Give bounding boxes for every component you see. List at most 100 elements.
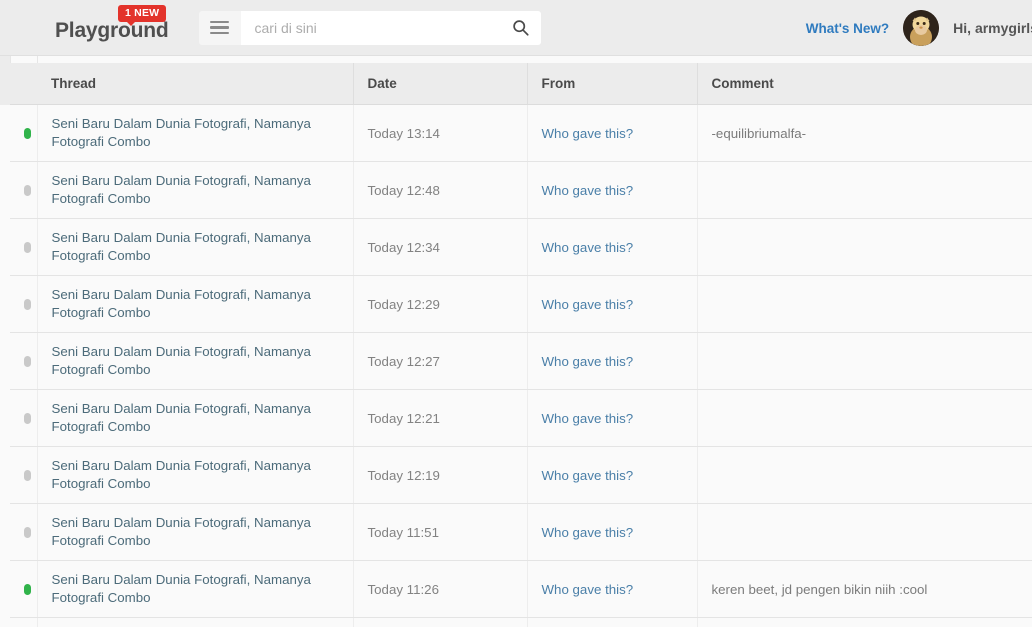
cut-off-row-body bbox=[10, 56, 1032, 63]
comment-cell: dra_cboymeanl nice gan bbox=[697, 617, 1032, 627]
from-cell: Who gave this? bbox=[527, 275, 698, 333]
avatar[interactable] bbox=[903, 10, 940, 46]
top-navbar: Playground 1 NEW What's New? bbox=[0, 0, 1032, 56]
comment-text: keren beet, jd pengen bikin niih :cool bbox=[711, 581, 928, 597]
from-cell: Who gave this? bbox=[527, 617, 698, 627]
search-input[interactable] bbox=[240, 10, 541, 45]
thread-cell: Seni Baru Dalam Dunia Fotografi, Namanya… bbox=[37, 389, 354, 447]
thread-link[interactable]: Seni Baru Dalam Dunia Fotografi, Namanya… bbox=[52, 286, 339, 322]
left-gutter-cell bbox=[0, 389, 10, 447]
thread-cell: Seni Baru Dalam Dunia Fotografi, Namanya… bbox=[37, 560, 354, 618]
thread-link[interactable]: Seni Baru Dalam Dunia Fotografi, Namanya… bbox=[52, 172, 339, 208]
status-cell bbox=[10, 503, 38, 561]
thread-link[interactable]: Seni Baru Dalam Dunia Fotografi, Namanya… bbox=[52, 343, 339, 379]
hamburger-icon[interactable] bbox=[198, 10, 241, 45]
thread-cell: Seni Baru Dalam Dunia Fotografi, Namanya… bbox=[37, 332, 354, 390]
date-cell: Today 12:29 bbox=[353, 275, 528, 333]
column-header-date[interactable]: Date bbox=[353, 63, 528, 105]
thread-cell: Seni Baru Dalam Dunia Fotografi, Namanya… bbox=[37, 161, 354, 219]
status-dot-read-icon bbox=[24, 356, 31, 368]
status-cell bbox=[10, 560, 38, 618]
thread-cell: Seni Baru Dalam Dunia Fotografi, Namanya… bbox=[37, 503, 354, 561]
column-header-comment[interactable]: Comment bbox=[697, 63, 1032, 105]
from-link[interactable]: Who gave this? bbox=[542, 240, 634, 255]
new-count-badge[interactable]: 1 NEW bbox=[118, 4, 167, 26]
from-cell: Who gave this? bbox=[527, 104, 698, 162]
status-dot-read-icon bbox=[24, 185, 31, 197]
from-link[interactable]: Who gave this? bbox=[542, 468, 634, 483]
status-cell bbox=[10, 617, 38, 627]
table-row[interactable]: Seni Baru Dalam Dunia Fotografi, Namanya… bbox=[0, 161, 1032, 219]
date-text: Today 11:26 bbox=[367, 581, 439, 597]
status-cell bbox=[10, 275, 38, 333]
date-cell: Today 11:26 bbox=[353, 560, 528, 618]
left-gutter-cell bbox=[0, 617, 10, 627]
status-dot-read-icon bbox=[24, 413, 31, 425]
from-cell: Who gave this? bbox=[527, 161, 698, 219]
thread-cell: Seni Baru Dalam Dunia Fotografi, Namanya… bbox=[37, 617, 354, 627]
left-gutter-cell bbox=[0, 275, 10, 333]
threads-table-wrap: Thread Date From Comment Seni Baru Dalam… bbox=[0, 63, 1032, 627]
date-cell: Today 12:27 bbox=[353, 332, 528, 390]
thread-cell: Seni Baru Dalam Dunia Fotografi, Namanya… bbox=[37, 104, 354, 162]
table-row[interactable]: Seni Baru Dalam Dunia Fotografi, Namanya… bbox=[0, 332, 1032, 390]
comment-cell bbox=[697, 275, 1032, 333]
column-header-from[interactable]: From bbox=[527, 63, 698, 105]
from-cell: Who gave this? bbox=[527, 446, 698, 504]
navbar-right: What's New? Hi, armygirls bbox=[806, 0, 1032, 56]
left-gutter-cell bbox=[0, 446, 10, 504]
date-cell: Today 12:48 bbox=[353, 161, 528, 219]
status-cell bbox=[10, 218, 38, 276]
from-link[interactable]: Who gave this? bbox=[542, 582, 634, 597]
table-row[interactable]: Seni Baru Dalam Dunia Fotografi, Namanya… bbox=[0, 218, 1032, 276]
date-cell: Today 12:19 bbox=[353, 446, 528, 504]
brand-area: Playground 1 NEW bbox=[55, 0, 169, 56]
status-dot-new-icon bbox=[24, 128, 31, 140]
thread-cell: Seni Baru Dalam Dunia Fotografi, Namanya… bbox=[37, 275, 354, 333]
left-gutter-cell bbox=[0, 503, 10, 561]
table-row[interactable]: Seni Baru Dalam Dunia Fotografi, Namanya… bbox=[0, 560, 1032, 618]
thread-cell: Seni Baru Dalam Dunia Fotografi, Namanya… bbox=[37, 446, 354, 504]
column-header-thread[interactable]: Thread bbox=[37, 63, 354, 105]
from-link[interactable]: Who gave this? bbox=[542, 183, 634, 198]
from-cell: Who gave this? bbox=[527, 218, 698, 276]
thread-link[interactable]: Seni Baru Dalam Dunia Fotografi, Namanya… bbox=[52, 400, 339, 436]
cut-off-row-divider bbox=[37, 56, 38, 63]
date-text: Today 12:19 bbox=[367, 467, 440, 483]
thread-link[interactable]: Seni Baru Dalam Dunia Fotografi, Namanya… bbox=[52, 115, 339, 151]
from-link[interactable]: Who gave this? bbox=[542, 525, 634, 540]
date-text: Today 12:21 bbox=[367, 410, 440, 426]
comment-cell: keren beet, jd pengen bikin niih :cool bbox=[697, 560, 1032, 618]
left-gutter-cell bbox=[0, 218, 10, 276]
status-dot-read-icon bbox=[24, 470, 31, 482]
table-row[interactable]: Seni Baru Dalam Dunia Fotografi, Namanya… bbox=[0, 503, 1032, 561]
table-row[interactable]: Seni Baru Dalam Dunia Fotografi, Namanya… bbox=[0, 617, 1032, 627]
table-row[interactable]: Seni Baru Dalam Dunia Fotografi, Namanya… bbox=[0, 446, 1032, 504]
table-row[interactable]: Seni Baru Dalam Dunia Fotografi, Namanya… bbox=[0, 104, 1032, 162]
thread-cell: Seni Baru Dalam Dunia Fotografi, Namanya… bbox=[37, 218, 354, 276]
status-dot-read-icon bbox=[24, 299, 31, 311]
threads-table-body: Seni Baru Dalam Dunia Fotografi, Namanya… bbox=[0, 104, 1032, 627]
comment-cell bbox=[697, 161, 1032, 219]
thread-link[interactable]: Seni Baru Dalam Dunia Fotografi, Namanya… bbox=[52, 229, 339, 265]
whats-new-link[interactable]: What's New? bbox=[806, 21, 889, 36]
date-cell: Today 12:34 bbox=[353, 218, 528, 276]
column-header-status bbox=[10, 63, 37, 105]
thread-link[interactable]: Seni Baru Dalam Dunia Fotografi, Namanya… bbox=[52, 514, 339, 550]
table-row[interactable]: Seni Baru Dalam Dunia Fotografi, Namanya… bbox=[0, 275, 1032, 333]
left-gutter bbox=[0, 63, 10, 105]
status-dot-read-icon bbox=[24, 242, 31, 254]
comment-cell bbox=[697, 446, 1032, 504]
search-group bbox=[198, 10, 541, 45]
left-gutter-cell bbox=[0, 161, 10, 219]
from-link[interactable]: Who gave this? bbox=[542, 297, 634, 312]
from-link[interactable]: Who gave this? bbox=[542, 354, 634, 369]
status-cell bbox=[10, 104, 38, 162]
from-link[interactable]: Who gave this? bbox=[542, 411, 634, 426]
table-row[interactable]: Seni Baru Dalam Dunia Fotografi, Namanya… bbox=[0, 389, 1032, 447]
from-link[interactable]: Who gave this? bbox=[542, 126, 634, 141]
thread-link[interactable]: Seni Baru Dalam Dunia Fotografi, Namanya… bbox=[52, 571, 339, 607]
date-text: Today 12:27 bbox=[367, 353, 440, 369]
search-icon[interactable] bbox=[511, 18, 531, 38]
thread-link[interactable]: Seni Baru Dalam Dunia Fotografi, Namanya… bbox=[52, 457, 339, 493]
